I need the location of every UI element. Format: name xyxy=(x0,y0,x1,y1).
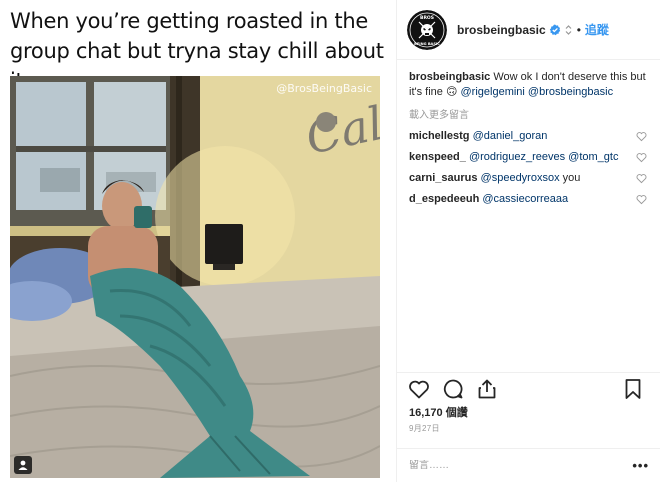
comment-row: kenspeed_ @rodriguez_reeves @tom_gtc xyxy=(409,150,651,165)
post-header: BROS BEING BASIC brosbeingbasic • 追蹤 xyxy=(397,0,660,60)
user-tag-icon[interactable] xyxy=(14,456,32,474)
comment-username[interactable]: kenspeed_ xyxy=(409,151,466,163)
comment-icon[interactable] xyxy=(441,377,465,401)
bedroom-photo-illustration: Cali xyxy=(10,76,380,478)
chevron-dropdown-icon[interactable] xyxy=(564,24,573,36)
post-media: When you’re getting roasted in the group… xyxy=(0,0,396,482)
header-username[interactable]: brosbeingbasic xyxy=(457,23,546,37)
meme-caption-line1: When you’re getting roasted in the xyxy=(10,9,368,33)
comment-row: michellestg @daniel_goran xyxy=(409,129,651,144)
post-date[interactable]: 9月27日 xyxy=(409,423,440,434)
post-caption: brosbeingbasic Wow ok I don't deserve th… xyxy=(409,70,651,100)
avatar-text-bottom: BEING BASIC xyxy=(414,42,440,46)
verified-icon xyxy=(549,24,560,35)
comment-row: carni_saurus @speedyroxsox you xyxy=(409,171,651,186)
comment-username[interactable]: michellestg xyxy=(409,130,470,142)
heart-icon[interactable] xyxy=(407,377,431,401)
comment-mention[interactable]: @cassiecorreaaa xyxy=(482,193,568,205)
comment-input[interactable] xyxy=(409,460,633,471)
bookmark-icon[interactable] xyxy=(621,377,645,401)
caption-username[interactable]: brosbeingbasic xyxy=(409,71,490,83)
share-icon[interactable] xyxy=(475,377,499,401)
comments-section: brosbeingbasic Wow ok I don't deserve th… xyxy=(397,60,660,207)
caption-mention-brosbeingbasic[interactable]: @brosbeingbasic xyxy=(528,86,613,98)
follow-button[interactable]: 追蹤 xyxy=(585,21,609,38)
post-actions-bar xyxy=(397,372,660,402)
comment-like-heart-icon[interactable] xyxy=(636,194,647,205)
caption-mention-rigelgemini[interactable]: @rigelgemini xyxy=(461,86,525,98)
comment-like-heart-icon[interactable] xyxy=(636,131,647,142)
comment-like-heart-icon[interactable] xyxy=(636,173,647,184)
more-options-icon[interactable]: ••• xyxy=(632,458,649,473)
comment-username[interactable]: d_espedeeuh xyxy=(409,193,479,205)
avatar-text-top: BROS xyxy=(420,15,434,21)
comment-mention[interactable]: @daniel_goran xyxy=(473,130,548,142)
comment-mention[interactable]: @speedyroxsox xyxy=(481,172,560,184)
post-photo[interactable]: Cali @BrosBeingBasic xyxy=(10,76,380,478)
comment-text: you xyxy=(559,172,581,184)
comment-row: d_espedeeuh @cassiecorreaaa xyxy=(409,192,651,207)
add-comment-bar: ••• xyxy=(397,448,660,482)
caption-emoji: 🙃 xyxy=(445,86,458,98)
header-separator: • xyxy=(576,22,581,37)
load-more-comments-link[interactable]: 載入更多留言 xyxy=(409,108,651,123)
comment-like-heart-icon[interactable] xyxy=(636,152,647,163)
likes-count[interactable]: 16,170 個讚 xyxy=(409,404,468,420)
comment-username[interactable]: carni_saurus xyxy=(409,172,477,184)
photo-watermark: @BrosBeingBasic xyxy=(276,82,372,95)
post-sidebar: BROS BEING BASIC brosbeingbasic • 追蹤 bro… xyxy=(396,0,660,482)
avatar[interactable]: BROS BEING BASIC xyxy=(407,9,447,50)
comment-mention[interactable]: @rodriguez_reeves @tom_gtc xyxy=(469,151,619,163)
